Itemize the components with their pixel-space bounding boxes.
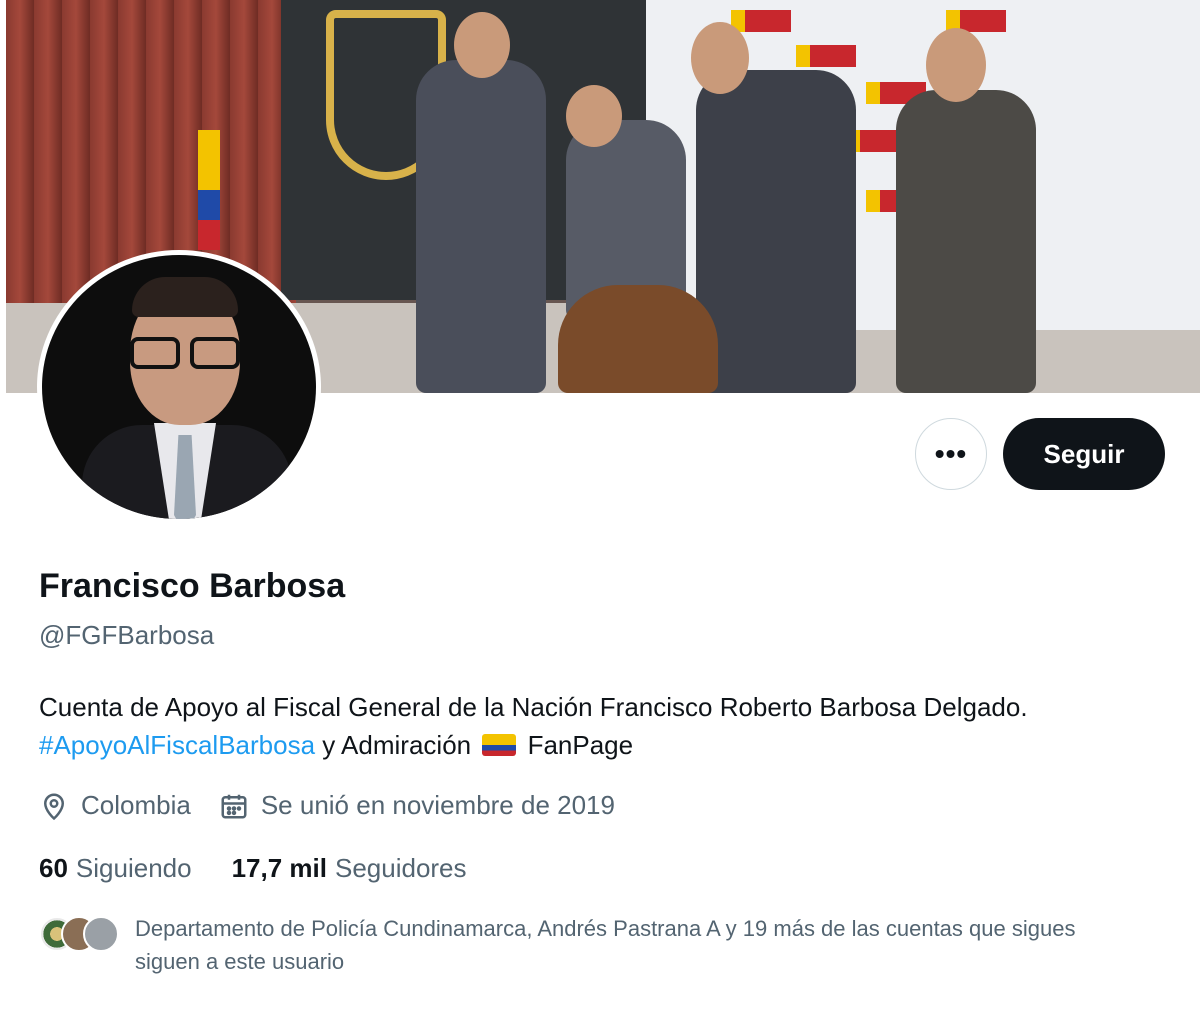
avatar-glasses — [128, 337, 242, 371]
colombia-flag-icon — [482, 734, 517, 756]
calendar-icon — [221, 794, 247, 818]
followers-count: 17,7 mil — [231, 853, 327, 883]
following-label: Siguiendo — [75, 853, 192, 883]
profile-handle: @FGFBarbosa — [39, 620, 215, 650]
banner-fiscalia-logo — [796, 45, 856, 67]
follow-button[interactable]: Seguir — [1003, 418, 1165, 490]
banner-person-head — [454, 12, 510, 78]
followers-label: Seguidores — [334, 853, 467, 883]
profile-joined: Se unió en noviembre de 2019 — [219, 790, 615, 821]
profile-avatar[interactable] — [37, 250, 321, 524]
banner-person — [696, 70, 856, 393]
more-options-icon: ••• — [934, 438, 968, 469]
known-followers-text: Departamento de Policía Cundinamarca, An… — [135, 916, 1076, 974]
bio-text: FanPage — [520, 730, 634, 760]
joined-text: Se unió en noviembre de 2019 — [260, 790, 615, 820]
followers-link[interactable]: 17,7 mil Seguidores — [232, 853, 467, 884]
more-options-button[interactable]: ••• — [915, 418, 987, 490]
banner-person-head — [566, 85, 622, 147]
profile-meta: Colombia Se unió en noviembre de 2019 — [39, 790, 643, 821]
following-count: 60 — [39, 853, 68, 883]
profile-name: Francisco Barbosa — [39, 567, 346, 605]
profile-stats: 60 Siguiendo 17,7 mil Seguidores — [39, 853, 507, 884]
bio-hashtag-link[interactable]: #ApoyoAlFiscalBarbosa — [39, 730, 315, 760]
profile-bio: Cuenta de Apoyo al Fiscal General de la … — [39, 688, 1139, 764]
known-followers-link[interactable]: Departamento de Policía Cundinamarca, An… — [39, 912, 1145, 978]
banner-flag — [198, 130, 220, 250]
profile-location: Colombia — [39, 790, 191, 821]
location-text: Colombia — [81, 790, 191, 820]
bio-text: y Admiración — [315, 730, 479, 760]
avatar-hair — [132, 277, 238, 317]
banner-person — [416, 60, 546, 393]
avatar — [83, 916, 119, 952]
banner-person-head — [926, 28, 986, 102]
banner-person — [896, 90, 1036, 393]
known-followers-avatars — [39, 914, 119, 954]
banner-fiscalia-logo — [731, 10, 791, 32]
following-link[interactable]: 60 Siguiendo — [39, 853, 192, 884]
banner-dog — [558, 285, 718, 393]
bio-text: Cuenta de Apoyo al Fiscal General de la … — [39, 692, 1028, 722]
follow-button-label: Seguir — [1043, 438, 1125, 469]
location-pin-icon — [43, 793, 65, 820]
banner-person-head — [691, 22, 749, 94]
